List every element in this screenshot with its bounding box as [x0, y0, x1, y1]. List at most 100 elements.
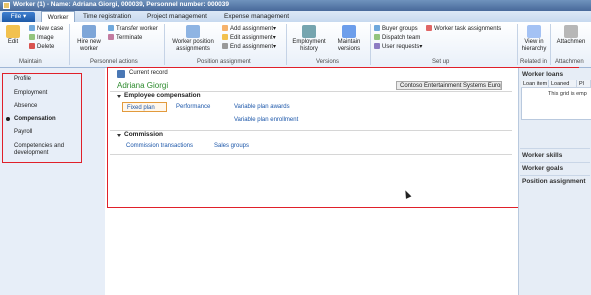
hire-new-worker-button[interactable]: Hire new worker [74, 25, 104, 52]
user-requests-button[interactable]: User requests▾ [374, 43, 422, 51]
tab-expense-management[interactable]: Expense management [224, 11, 289, 22]
highlight-box-main [107, 67, 579, 208]
delete-button[interactable]: Delete [29, 43, 54, 51]
edit-icon [222, 34, 228, 40]
employment-history-button[interactable]: Employment history [290, 25, 328, 52]
buyer-groups-label: Buyer groups [382, 26, 418, 32]
ribbon-separator [550, 24, 551, 65]
history-label: history [300, 45, 318, 52]
add-assignment-label: Add assignment [230, 26, 274, 32]
ribbon-separator [370, 24, 371, 65]
employment-label: Employment [292, 39, 326, 45]
assignments-label: assignments [176, 45, 210, 52]
chevron-down-icon: ▾ [273, 44, 277, 50]
history-icon [302, 25, 316, 38]
hire-new-label: Hire new [77, 39, 101, 45]
end-icon [222, 43, 228, 49]
chevron-down-icon: ▾ [23, 13, 27, 20]
highlight-box-nav [2, 73, 82, 163]
image-button[interactable]: Image [29, 34, 54, 42]
image-label: Image [37, 35, 54, 41]
new-case-icon [29, 25, 35, 31]
ribbon-separator [164, 24, 165, 65]
new-case-button[interactable]: New case [29, 25, 63, 33]
attachments-label: Attachmen [556, 39, 586, 45]
hierarchy-icon [527, 25, 541, 38]
tab-file-label: File [10, 13, 22, 20]
worker-task-assignments-label: Worker task assignments [434, 26, 502, 32]
pencil-icon [6, 25, 20, 38]
factbox-title-worker-goals[interactable]: Worker goals [522, 165, 563, 172]
worker-position-label: Worker position [172, 39, 214, 45]
ribbon-separator [69, 24, 70, 65]
end-assignment-button[interactable]: End assignment▾ [222, 43, 276, 51]
divider [520, 162, 590, 163]
group-set-up: Set up [432, 59, 450, 65]
factbox-title-worker-skills[interactable]: Worker skills [522, 152, 562, 159]
ribbon-separator [517, 24, 518, 65]
maintain-versions-button[interactable]: Maintain versions [331, 25, 367, 52]
edit-assignment-button[interactable]: Edit assignment▾ [222, 34, 276, 42]
dispatch-team-label: Dispatch team [382, 35, 421, 41]
factbox-title-worker-loans[interactable]: Worker loans [522, 71, 563, 78]
group-versions: Versions [316, 59, 340, 65]
delete-icon [29, 43, 35, 49]
ribbon-separator [286, 24, 287, 65]
group-attachments: Attachmen [555, 59, 584, 65]
task-icon [426, 25, 432, 31]
person-add-icon [82, 25, 96, 38]
chevron-down-icon: ▾ [272, 35, 276, 41]
column-header-loaned[interactable]: Loaned [549, 80, 577, 88]
transfer-icon [108, 25, 114, 31]
user-requests-icon [374, 43, 380, 49]
edit-button[interactable]: Edit [4, 25, 22, 46]
view-in-hierarchy-button[interactable]: View in hierarchy [520, 25, 548, 52]
image-icon [29, 34, 35, 40]
tab-file[interactable]: File ▾ [2, 12, 35, 22]
worker-position-assignments-button[interactable]: Worker position assignments [168, 25, 218, 52]
factbox-title-position-assignment[interactable]: Position assignment [522, 178, 586, 185]
edit-button-label: Edit [7, 39, 19, 45]
transfer-worker-button[interactable]: Transfer worker [108, 25, 158, 33]
paperclip-icon [564, 25, 578, 38]
column-header-pl[interactable]: Pl [577, 80, 591, 88]
add-assignment-button[interactable]: Add assignment▾ [222, 25, 276, 33]
terminate-button[interactable]: Terminate [108, 34, 142, 42]
worker-task-assignments-button[interactable]: Worker task assignments [426, 25, 501, 33]
group-position-assignment: Position assignment [197, 59, 251, 65]
hire-new-worker-label: worker [79, 45, 98, 52]
window-title: Worker (1) - Name: Adriana Giorgi, 00003… [13, 1, 230, 8]
transfer-worker-label: Transfer worker [116, 26, 158, 32]
grid-empty-message: This grid is emp [548, 91, 587, 97]
versions-label: versions [337, 45, 361, 52]
divider [520, 148, 590, 149]
attachments-button[interactable]: Attachmen [553, 25, 589, 46]
add-icon [222, 25, 228, 31]
chevron-down-icon: ▾ [273, 26, 277, 32]
tab-time-registration[interactable]: Time registration [83, 11, 131, 22]
ribbon: Edit New case Image Delete Maintain Hire… [0, 22, 591, 68]
title-bar: Worker (1) - Name: Adriana Giorgi, 00003… [0, 0, 591, 11]
app-icon [3, 2, 10, 9]
edit-assignment-label: Edit assignment [230, 35, 273, 41]
terminate-icon [108, 34, 114, 40]
new-case-label: New case [37, 26, 64, 32]
user-requests-label: User requests [382, 44, 420, 50]
delete-label: Delete [37, 44, 55, 50]
dispatch-team-button[interactable]: Dispatch team [374, 34, 420, 42]
versions-icon [342, 25, 356, 38]
chevron-down-icon: ▾ [419, 44, 423, 50]
hierarchy-label: hierarchy [521, 45, 547, 52]
group-maintain: Maintain [19, 59, 42, 65]
end-assignment-label: End assignment [230, 44, 274, 50]
tab-project-management[interactable]: Project management [147, 11, 207, 22]
group-related-info: Related in [520, 59, 548, 65]
dispatch-team-icon [374, 34, 380, 40]
column-header-loan-item[interactable]: Loan item [521, 80, 549, 88]
buyer-groups-button[interactable]: Buyer groups [374, 25, 418, 33]
group-personnel-actions: Personnel actions [90, 59, 138, 65]
position-icon [186, 25, 200, 38]
terminate-label: Terminate [116, 35, 143, 41]
buyer-groups-icon [374, 25, 380, 31]
divider [520, 175, 590, 176]
